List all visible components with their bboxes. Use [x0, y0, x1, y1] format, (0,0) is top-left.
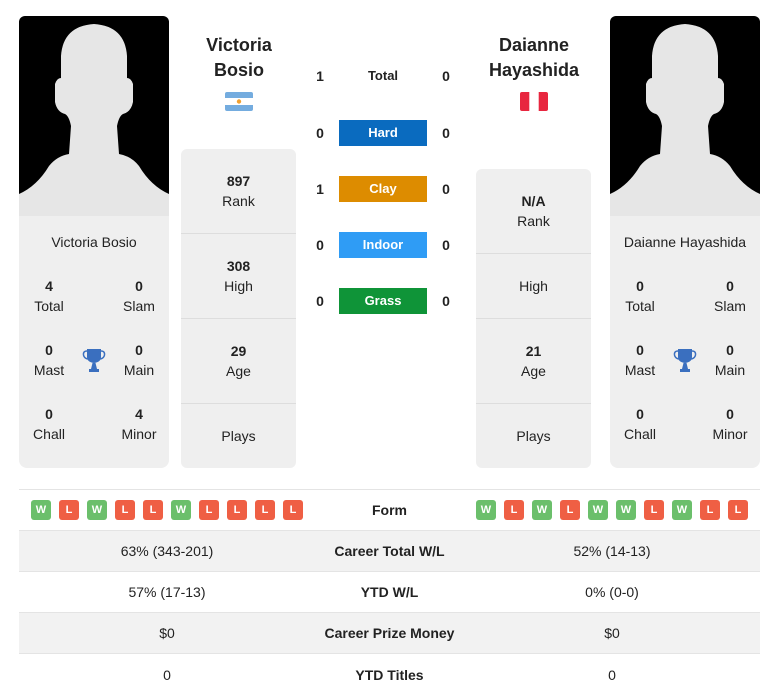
- form-loss-badge[interactable]: L: [227, 500, 247, 520]
- form-loss-badge[interactable]: L: [143, 500, 163, 520]
- h2h-clay-row: 1 Clay 0: [305, 176, 465, 202]
- table-row: 63% (343-201) Career Total W/L 52% (14-1…: [19, 531, 760, 572]
- h2h-indoor-row: 0 Indoor 0: [305, 232, 465, 258]
- player2-form: WLWLWWLWLL: [464, 500, 760, 520]
- comparison-table: WLWLLWLLLL Form WLWLWWLWLL 63% (343-201)…: [19, 489, 760, 695]
- peru-flag-icon: [520, 92, 548, 111]
- player1-rank: 897 Rank: [181, 149, 296, 234]
- form-loss-badge[interactable]: L: [115, 500, 135, 520]
- table-row: 0 YTD Titles 0: [163, 666, 616, 683]
- player1-total: 4 Total: [34, 278, 64, 314]
- player1-photo: [19, 16, 169, 216]
- form-win-badge[interactable]: W: [476, 500, 496, 520]
- player2-high: High: [476, 254, 591, 319]
- player2-stats-panel: N/A Rank High 21 Age Plays: [476, 169, 591, 468]
- player1-card-name: Victoria Bosio: [51, 234, 137, 250]
- player2-photo: [610, 16, 760, 216]
- form-row: WLWLLWLLLL Form WLWLWWLWLL: [19, 490, 760, 531]
- table-row: $0 Career Prize Money $0: [19, 613, 760, 654]
- player2-card-name: Daianne Hayashida: [623, 234, 747, 250]
- form-loss-badge[interactable]: L: [700, 500, 720, 520]
- player2-rank: N/A Rank: [476, 169, 591, 254]
- h2h-grass-row: 0 Grass 0: [305, 288, 465, 314]
- table-row: 57% (17-13) YTD W/L 0% (0-0): [19, 572, 760, 613]
- player1-age: 29 Age: [181, 319, 296, 404]
- player2-main: 0 Main: [714, 342, 746, 378]
- form-loss-badge[interactable]: L: [255, 500, 275, 520]
- form-win-badge[interactable]: W: [616, 500, 636, 520]
- form-win-badge[interactable]: W: [31, 500, 51, 520]
- form-win-badge[interactable]: W: [672, 500, 692, 520]
- player2-total: 0 Total: [625, 278, 655, 314]
- form-loss-badge[interactable]: L: [644, 500, 664, 520]
- player1-slam: 0 Slam: [123, 278, 155, 314]
- form-win-badge[interactable]: W: [532, 500, 552, 520]
- player1-titles-card: Victoria Bosio 4 Total 0 Slam 0 Mast 0 Main …: [19, 216, 169, 468]
- player1-mast: 0 Mast: [33, 342, 65, 378]
- form-loss-badge[interactable]: L: [283, 500, 303, 520]
- player2-chall: 0 Chall: [624, 406, 656, 442]
- surface-total-label: Total: [367, 68, 399, 83]
- player1-stats-panel: 897 Rank 308 High 29 Age Plays: [181, 149, 296, 468]
- argentina-flag-icon: [225, 92, 253, 111]
- form-loss-badge[interactable]: L: [560, 500, 580, 520]
- player1-name-heading[interactable]: Victoria Bosio: [164, 33, 314, 83]
- player1-high: 308 High: [181, 234, 296, 319]
- player2-minor: 0 Minor: [712, 406, 748, 442]
- player1-plays: Plays: [221, 428, 256, 444]
- form-label: Form: [372, 502, 407, 518]
- form-loss-badge[interactable]: L: [199, 500, 219, 520]
- h2h-hard-row: 0 Hard 0: [305, 120, 465, 146]
- player2-titles-card: Daianne Hayashida 0 Total 0 Slam 0 Mast 0 Ma…: [610, 216, 760, 468]
- silhouette-icon: [19, 24, 169, 216]
- form-win-badge[interactable]: W: [171, 500, 191, 520]
- surface-hard-badge[interactable]: Hard: [339, 120, 427, 146]
- player2-slam: 0 Slam: [714, 278, 746, 314]
- form-loss-badge[interactable]: L: [59, 500, 79, 520]
- player1-main: 0 Main: [123, 342, 155, 378]
- player1-minor: 4 Minor: [121, 406, 157, 442]
- silhouette-icon: [610, 24, 760, 216]
- player2-age: 21 Age: [476, 319, 591, 404]
- player2-mast: 0 Mast: [624, 342, 656, 378]
- surface-grass-badge[interactable]: Grass: [339, 288, 427, 314]
- h2h-total-row: 1 Total 0: [305, 63, 465, 89]
- surface-indoor-badge[interactable]: Indoor: [339, 232, 427, 258]
- trophy-icon: [673, 349, 697, 372]
- player1-form: WLWLLWLLLL: [19, 500, 315, 520]
- player1-chall: 0 Chall: [33, 406, 65, 442]
- form-win-badge[interactable]: W: [588, 500, 608, 520]
- player2-plays: Plays: [516, 428, 551, 444]
- surface-clay-badge[interactable]: Clay: [339, 176, 427, 202]
- form-loss-badge[interactable]: L: [504, 500, 524, 520]
- player2-name-heading[interactable]: Daianne Hayashida: [459, 33, 609, 83]
- form-loss-badge[interactable]: L: [728, 500, 748, 520]
- form-win-badge[interactable]: W: [87, 500, 107, 520]
- trophy-icon: [82, 349, 106, 372]
